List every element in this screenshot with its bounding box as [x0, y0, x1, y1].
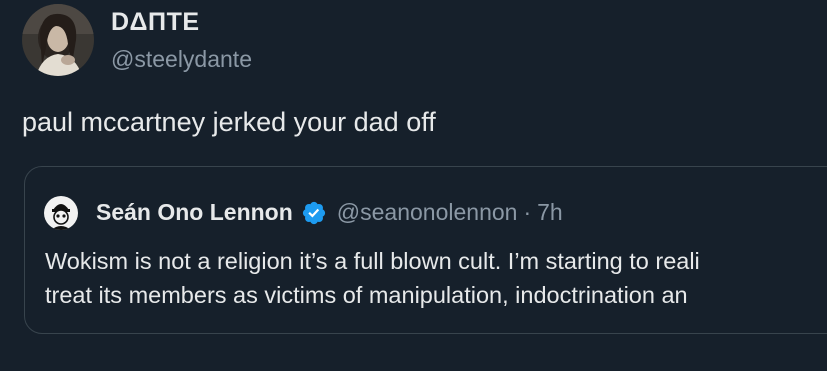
verified-badge-icon [301, 200, 327, 226]
quoted-tweet-timestamp[interactable]: 7h [537, 199, 563, 226]
author-handle[interactable]: @steelydante [111, 46, 252, 73]
author-avatar[interactable] [22, 4, 94, 76]
quoted-tweet-text: Wokism is not a religion it’s a full blo… [45, 244, 700, 312]
separator-dot: · [523, 199, 532, 225]
quoted-tweet-line: Wokism is not a religion it’s a full blo… [45, 248, 700, 274]
profile-photo-icon [44, 196, 78, 230]
quoted-tweet-line: treat its members as victims of manipula… [45, 282, 688, 308]
profile-photo-icon [22, 4, 94, 76]
tweet-text: paul mccartney jerked your dad off [22, 107, 436, 137]
quoted-author-display-name[interactable]: Seán Ono Lennon [96, 199, 293, 226]
author-display-name[interactable]: DΔΠTE [111, 8, 200, 37]
quoted-tweet-header: Seán Ono Lennon @seanonolennon · 7h [96, 199, 563, 226]
quoted-author-avatar[interactable] [44, 196, 78, 230]
quoted-author-handle[interactable]: @seanonolennon [337, 199, 518, 226]
